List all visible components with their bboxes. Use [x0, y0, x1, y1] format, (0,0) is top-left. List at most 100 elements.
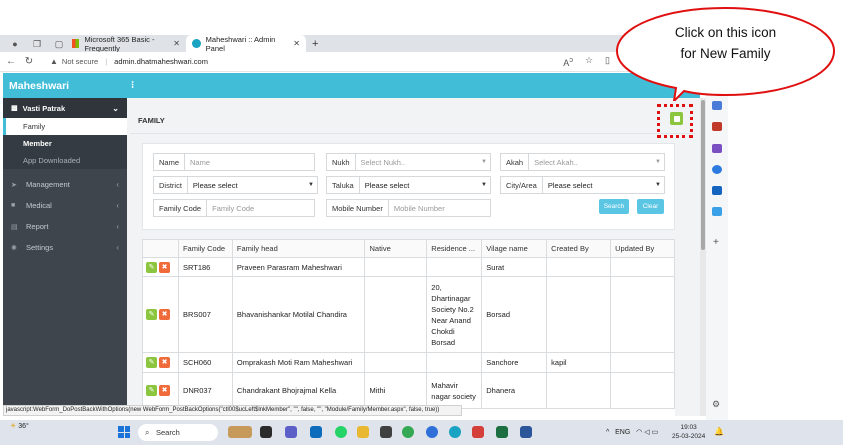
delete-icon[interactable]: ✖	[159, 309, 170, 320]
scrollbar-thumb[interactable]	[701, 100, 705, 250]
edit-icon[interactable]: ✎	[146, 261, 157, 273]
read-aloud-icon[interactable]: Aↄ	[563, 55, 573, 68]
column-header[interactable]: Created By	[546, 239, 612, 258]
workspaces-icon[interactable]: ❐	[30, 38, 44, 50]
whatsapp-icon[interactable]	[335, 426, 347, 438]
notification-bell-icon[interactable]: 🔔	[714, 427, 724, 436]
clock-time: 19:03	[680, 424, 697, 431]
close-tab-icon[interactable]: ✕	[293, 39, 300, 48]
edit-icon[interactable]: ✎	[146, 385, 157, 396]
split-screen-icon[interactable]: ▯	[605, 55, 610, 68]
sidebar-group-vasti-patrak[interactable]: ▩ Vasti Patrak ⌄	[3, 98, 127, 118]
column-header[interactable]: Residence ...	[426, 239, 483, 258]
volume-icon[interactable]: ◁	[644, 429, 649, 436]
name-input[interactable]: Name	[185, 154, 314, 170]
chevron-down-icon[interactable]: ▼	[478, 177, 490, 193]
teams-icon[interactable]	[285, 426, 297, 438]
edit-icon[interactable]: ✎	[146, 309, 157, 320]
zoom-icon[interactable]	[426, 426, 438, 438]
column-header[interactable]: Vilage name	[481, 239, 548, 258]
sidebar-item-member[interactable]: Member	[3, 135, 127, 152]
tab-actions-icon[interactable]: ▢	[52, 38, 66, 50]
back-icon[interactable]: ←	[4, 56, 18, 67]
battery-icon[interactable]: ▭	[652, 429, 659, 436]
system-tray: ^ ENG ◠ ◁ ▭	[606, 428, 658, 436]
chevron-left-icon: ‹	[116, 201, 119, 210]
app-icon[interactable]	[472, 426, 484, 438]
delete-icon[interactable]: ✖	[159, 357, 170, 368]
wifi-icon[interactable]: ◠	[636, 429, 642, 436]
column-header[interactable]: Family Code	[177, 239, 233, 258]
sidebar-item-report[interactable]: ▤ Report ‹	[3, 216, 127, 237]
akah-select[interactable]: Select Akah..	[529, 154, 652, 170]
chrome-icon[interactable]	[402, 426, 414, 438]
district-select[interactable]: Please select	[188, 177, 305, 193]
taskbar-search[interactable]: ⌕ Search	[138, 424, 218, 441]
profile-icon[interactable]: ●	[8, 38, 22, 50]
favorite-star-icon[interactable]: ☆	[585, 55, 593, 68]
delete-icon[interactable]: ✖	[159, 261, 170, 273]
games-icon[interactable]	[712, 144, 722, 153]
name-filter: Name Name	[153, 153, 315, 171]
sidebar-item-app-downloaded[interactable]: App Downloaded	[3, 152, 127, 169]
add-icon[interactable]: +	[713, 237, 719, 248]
mobile-input[interactable]: Mobile Number	[389, 200, 490, 216]
m365-icon[interactable]	[712, 165, 722, 174]
delete-icon[interactable]: ✖	[159, 385, 170, 396]
city-select[interactable]: Please select	[543, 177, 652, 193]
outlook-icon[interactable]	[712, 186, 722, 195]
sidebar-toggle-icon[interactable]: ⁝	[131, 80, 134, 91]
word-icon[interactable]	[520, 426, 532, 438]
search-button[interactable]: Search	[599, 199, 629, 214]
close-tab-icon[interactable]: ✕	[173, 39, 180, 48]
column-header[interactable]: Family head	[231, 239, 366, 258]
gear-icon[interactable]: ⚙	[712, 399, 720, 410]
cell	[610, 257, 675, 277]
family-table: Family Code Family head Native Residence…	[142, 239, 675, 416]
edit-icon[interactable]: ✎	[146, 357, 157, 368]
district-label: District	[154, 177, 188, 193]
windows-start-icon[interactable]	[118, 426, 130, 438]
sidebar-group-label: Vasti Patrak	[22, 103, 66, 113]
sidebar-item-management[interactable]: ➤ Management ‹	[3, 174, 127, 195]
column-header[interactable]: Native	[364, 239, 428, 258]
not-secure-label[interactable]: Not secure	[62, 57, 98, 66]
send-icon[interactable]	[712, 207, 722, 216]
warning-icon[interactable]: ▲	[50, 57, 58, 66]
taluka-select[interactable]: Please select	[360, 177, 478, 193]
sidebar-item-medical[interactable]: ■ Medical ‹	[3, 195, 127, 216]
chevron-down-icon[interactable]: ▼	[478, 154, 490, 170]
new-tab-button[interactable]: +	[312, 38, 318, 50]
clear-button[interactable]: Clear	[637, 199, 664, 214]
url-field[interactable]: admin.dhatmaheshwari.com	[114, 57, 208, 66]
app-icon[interactable]	[380, 426, 392, 438]
chevron-down-icon[interactable]: ▼	[652, 177, 664, 193]
taluka-label: Taluka	[327, 177, 360, 193]
sidebar-item-family[interactable]: Family	[3, 118, 127, 135]
nukh-select[interactable]: Select Nukh..	[356, 154, 478, 170]
actions-header	[142, 239, 179, 258]
chevron-down-icon[interactable]: ▼	[652, 154, 664, 170]
tab-microsoft-365[interactable]: Microsoft 365 Basic - Frequently ✕	[66, 35, 186, 53]
excel-icon[interactable]	[496, 426, 508, 438]
file-explorer-icon[interactable]	[357, 426, 369, 438]
meet-icon[interactable]	[310, 426, 322, 438]
highlight-box	[657, 104, 693, 138]
refresh-icon[interactable]: ↻	[22, 56, 36, 67]
weather-widget[interactable]: ☀ 36°	[10, 422, 29, 430]
column-header[interactable]: Updated By	[610, 239, 675, 258]
taskbar-clock[interactable]: 19:03 25-03-2024	[672, 423, 705, 441]
table-row: ✎ ✖ DNR037 Chandrakant Bhojrajmal Kella M…	[142, 372, 675, 409]
chevron-up-icon[interactable]: ^	[606, 429, 609, 436]
brand-logo[interactable]: Maheshwari	[9, 80, 131, 92]
tag-icon[interactable]	[712, 101, 722, 110]
sidebar-item-settings[interactable]: ✺ Settings ‹	[3, 237, 127, 258]
task-view-icon[interactable]	[260, 426, 272, 438]
family-code-input[interactable]: Family Code	[207, 200, 314, 216]
edge-icon[interactable]	[449, 426, 461, 438]
chevron-down-icon[interactable]: ▼	[305, 177, 317, 193]
tools-icon[interactable]	[712, 122, 722, 131]
language-indicator[interactable]: ENG	[615, 429, 630, 436]
news-widget-icon[interactable]	[228, 426, 252, 438]
tab-maheshwari-admin[interactable]: Maheshwari :: Admin Panel ✕	[186, 35, 306, 53]
